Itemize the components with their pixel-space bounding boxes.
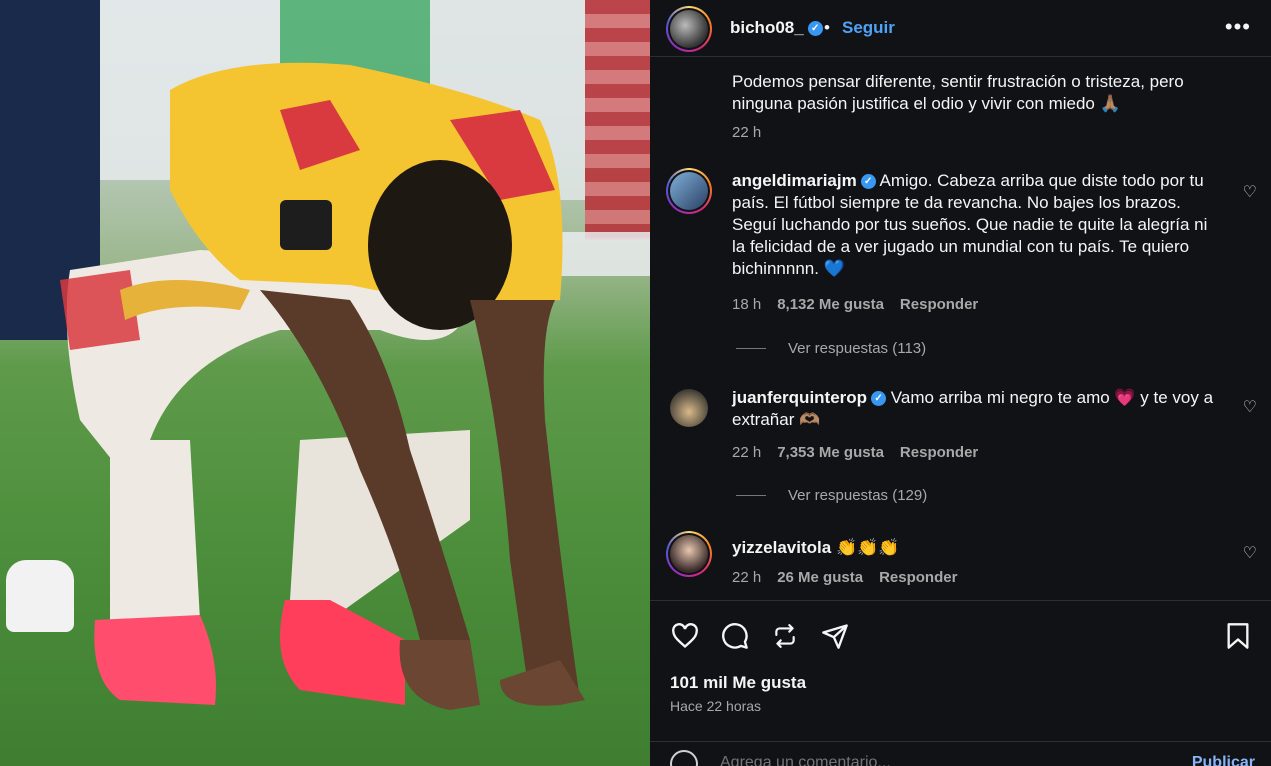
- commenter-avatar[interactable]: [666, 385, 712, 431]
- reply-button[interactable]: Responder: [879, 569, 957, 586]
- comment-time: 22 h: [732, 444, 762, 461]
- caption-time: 22 h: [732, 124, 762, 141]
- more-options-icon[interactable]: •••: [1225, 14, 1251, 40]
- commenter-avatar[interactable]: [666, 168, 712, 214]
- replies-line: [736, 495, 766, 496]
- publish-button[interactable]: Publicar: [1192, 754, 1255, 766]
- like-comment-heart-icon[interactable]: ♡: [1243, 182, 1257, 202]
- comment-text: 👏👏👏: [835, 538, 900, 557]
- commenter-avatar[interactable]: [666, 531, 712, 577]
- comment-likes[interactable]: 7,353 Me gusta: [777, 444, 884, 461]
- post-header: bicho08_ ✓ • Seguir •••: [650, 0, 1271, 57]
- like-comment-heart-icon[interactable]: ♡: [1243, 397, 1257, 417]
- comment-icon[interactable]: [718, 619, 752, 653]
- comment-username[interactable]: angeldimariajm: [732, 171, 857, 190]
- bookmark-icon[interactable]: [1221, 619, 1255, 653]
- view-replies-label[interactable]: Ver respuestas (129): [788, 487, 927, 504]
- post-photo[interactable]: [0, 0, 650, 766]
- verified-icon: ✓: [807, 21, 823, 37]
- comment-likes[interactable]: 26 Me gusta: [777, 569, 863, 586]
- comment-time: 18 h: [732, 296, 762, 313]
- comment-username[interactable]: yizzelavitola: [732, 538, 831, 557]
- view-replies-label[interactable]: Ver respuestas (113): [788, 340, 926, 357]
- emoji-icon[interactable]: [670, 750, 698, 766]
- comment-actions: 22 h 7,353 Me gusta Responder: [732, 444, 978, 461]
- verified-icon: ✓: [860, 174, 876, 190]
- comment-body: juanferquinterop ✓ Vamo arriba mi negro t…: [732, 387, 1222, 431]
- add-comment-row: Publicar: [650, 741, 1271, 766]
- view-replies-button[interactable]: Ver respuestas (113): [736, 340, 926, 357]
- comment-username[interactable]: juanferquinterop: [732, 388, 867, 407]
- comment-actions: 22 h 26 Me gusta Responder: [732, 569, 957, 586]
- comment-input[interactable]: [720, 754, 1150, 766]
- author-avatar[interactable]: [666, 6, 712, 52]
- heart-icon[interactable]: [668, 619, 702, 653]
- share-icon[interactable]: [818, 619, 852, 653]
- post-timestamp: Hace 22 horas: [670, 698, 762, 714]
- comment-body: angeldimariajm ✓ Amigo. Cabeza arriba que…: [732, 170, 1222, 280]
- like-comment-heart-icon[interactable]: ♡: [1243, 543, 1257, 563]
- comment-actions: 18 h 8,132 Me gusta Responder: [732, 296, 978, 313]
- comment-body: yizzelavitola 👏👏👏: [732, 537, 1222, 559]
- comment-time: 22 h: [732, 569, 762, 586]
- action-icons: [668, 619, 852, 653]
- author-username[interactable]: bicho08_ ✓: [730, 18, 823, 38]
- view-replies-button[interactable]: Ver respuestas (129): [736, 487, 927, 504]
- post-caption: Podemos pensar diferente, sentir frustra…: [732, 72, 1184, 113]
- replies-line: [736, 348, 766, 349]
- reply-button[interactable]: Responder: [900, 444, 978, 461]
- comment-likes[interactable]: 8,132 Me gusta: [777, 296, 884, 313]
- comments-panel: bicho08_ ✓ • Seguir ••• Podemos pensar di…: [650, 0, 1271, 766]
- repost-icon[interactable]: [768, 619, 802, 653]
- post-likes-count[interactable]: 101 mil Me gusta: [670, 673, 806, 693]
- separator-dot: •: [824, 18, 830, 37]
- player-figure: [60, 62, 585, 710]
- reply-button[interactable]: Responder: [900, 296, 978, 313]
- post-action-bar: 101 mil Me gusta Hace 22 horas Publicar: [650, 600, 1271, 766]
- follow-button[interactable]: Seguir: [842, 18, 895, 38]
- verified-icon: ✓: [871, 391, 887, 407]
